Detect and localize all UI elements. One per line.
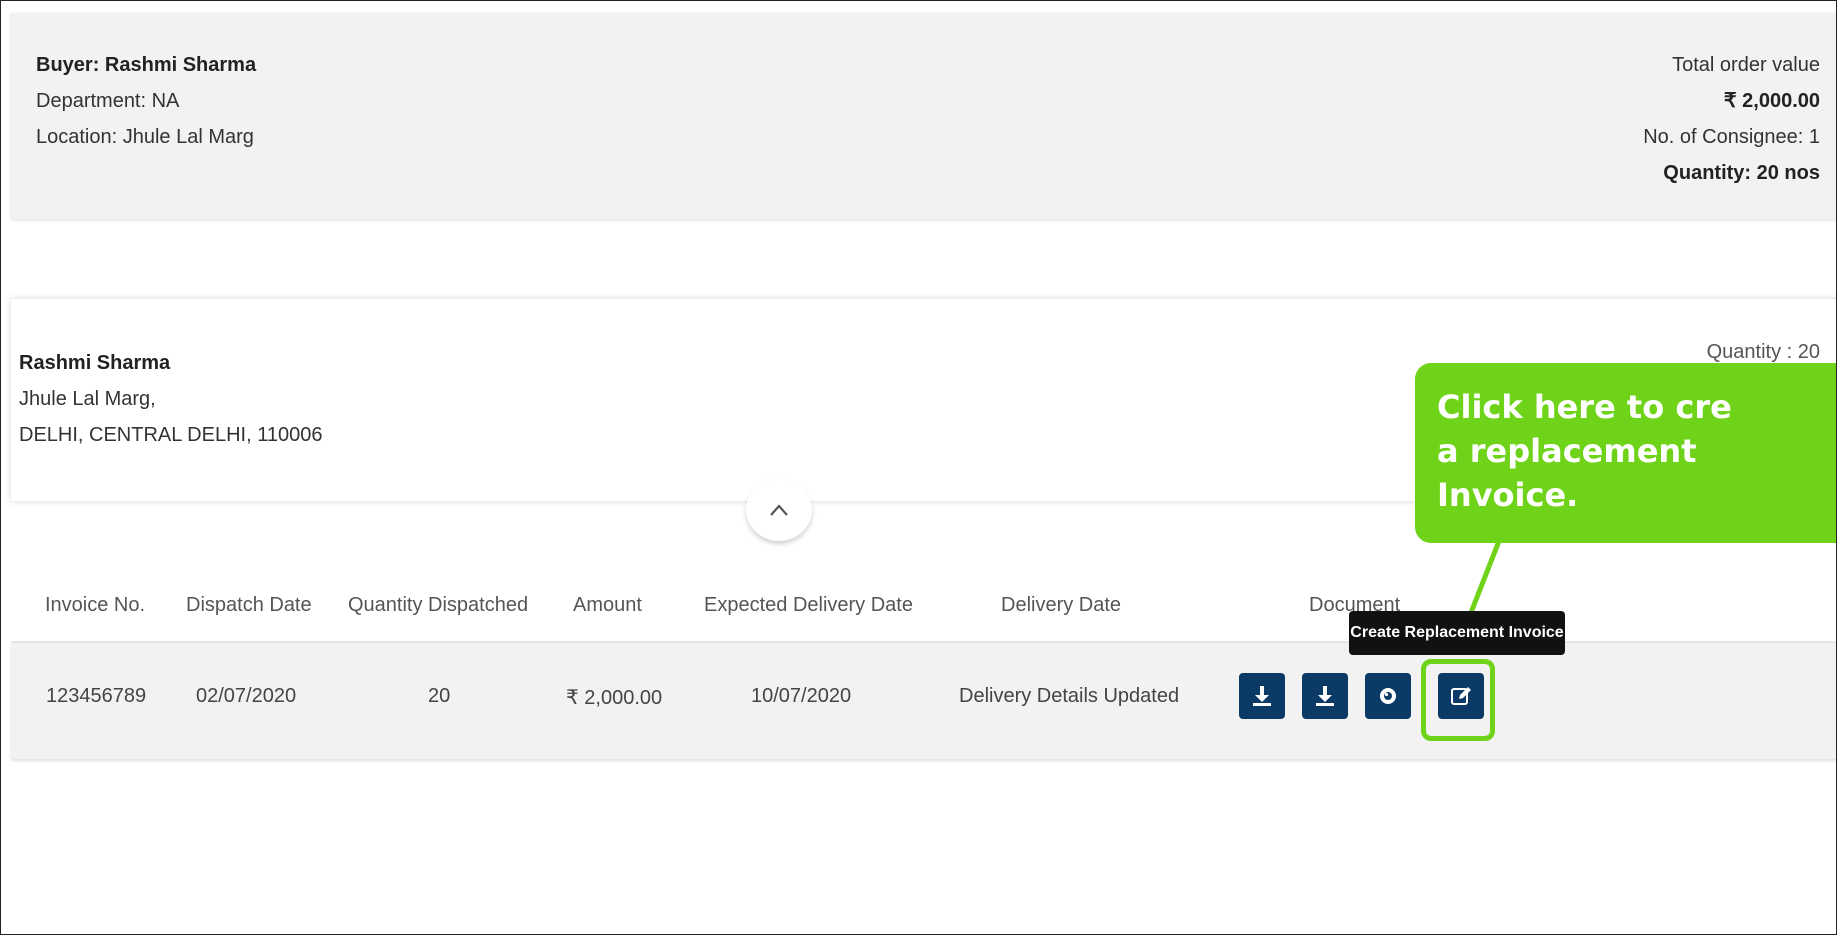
instruction-callout: Click here to cre a replacement Invoice. (1415, 363, 1836, 543)
callout-line-2: a replacement (1437, 432, 1697, 470)
create-replacement-invoice-tooltip: Create Replacement Invoice (1349, 611, 1565, 655)
page-frame: Buyer: Rashmi Sharma Department: NA Loca… (0, 0, 1837, 935)
callout-line-1: Click here to cre (1437, 388, 1732, 426)
callout-line-3: Invoice. (1437, 476, 1579, 514)
